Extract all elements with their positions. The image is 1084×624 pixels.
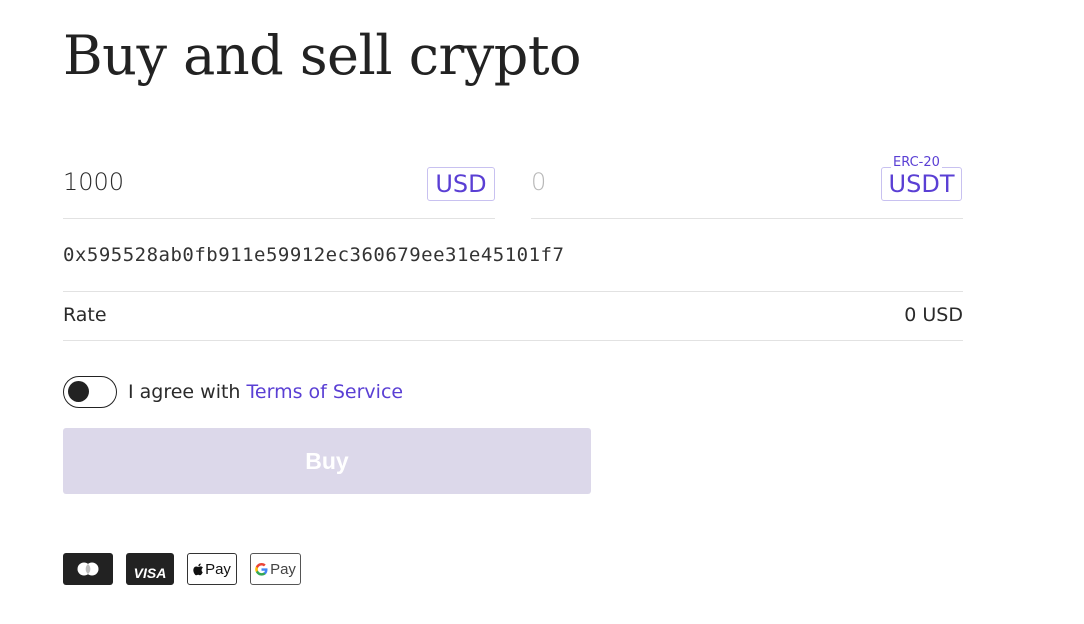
rate-value: 0 USD	[904, 304, 963, 326]
terms-toggle[interactable]	[63, 376, 117, 408]
to-amount-field: USDT ERC-20	[531, 155, 963, 219]
from-amount-input[interactable]	[63, 168, 393, 196]
terms-of-service-link[interactable]: Terms of Service	[247, 381, 404, 403]
mastercard-icon	[63, 553, 113, 585]
network-label: ERC-20	[891, 155, 942, 170]
google-pay-icon: Pay	[250, 553, 301, 585]
payment-methods: VISA Pay Pay	[63, 553, 301, 585]
page-title: Buy and sell crypto	[63, 24, 582, 87]
from-amount-field: USD	[63, 156, 495, 219]
divider	[63, 340, 963, 341]
agree-text: I agree with	[128, 381, 241, 403]
to-currency-selector[interactable]: USDT	[881, 167, 962, 201]
toggle-knob	[68, 381, 89, 402]
wallet-address: 0x595528ab0fb911e59912ec360679ee31e45101…	[63, 244, 565, 266]
from-currency-selector[interactable]: USD	[427, 167, 495, 201]
rate-row: Rate 0 USD	[63, 304, 963, 326]
buy-button[interactable]: Buy	[63, 428, 591, 494]
to-amount-input[interactable]	[531, 168, 861, 196]
divider	[63, 291, 963, 292]
visa-icon: VISA	[126, 553, 174, 585]
terms-agreement: I agree with Terms of Service	[63, 376, 403, 408]
apple-pay-icon: Pay	[187, 553, 237, 585]
rate-label: Rate	[63, 304, 107, 326]
